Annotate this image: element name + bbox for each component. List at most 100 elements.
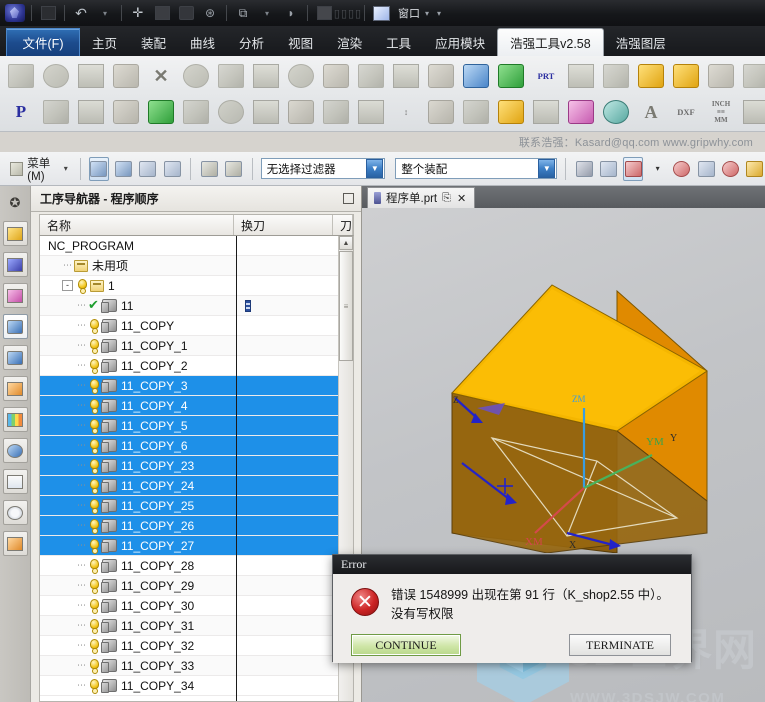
table-row[interactable]: -1 bbox=[40, 276, 338, 296]
origin-icon[interactable] bbox=[672, 157, 692, 181]
quadrant-icon[interactable] bbox=[745, 157, 765, 181]
blank-icon[interactable] bbox=[284, 59, 318, 93]
tool-holder-icon[interactable] bbox=[249, 59, 283, 93]
prt-export-icon[interactable]: PRT bbox=[529, 59, 563, 93]
table-row[interactable]: ⋯ 11_COPY_34 bbox=[40, 676, 338, 696]
extrude-icon[interactable] bbox=[151, 3, 173, 23]
assembly-dropdown-icon[interactable]: ▾ bbox=[256, 3, 278, 23]
wcs-dropdown-icon[interactable]: ▾ bbox=[647, 157, 667, 181]
bulb-icon[interactable] bbox=[88, 439, 99, 454]
bulb-icon[interactable] bbox=[88, 459, 99, 474]
point-filter-icon[interactable] bbox=[598, 157, 618, 181]
settings-gear-icon[interactable]: ✪ bbox=[3, 190, 28, 215]
tab-tools[interactable]: 工具 bbox=[374, 28, 423, 56]
select-feature-icon[interactable] bbox=[113, 157, 133, 181]
part-navigator-icon[interactable] bbox=[2, 283, 28, 308]
csys-block-icon[interactable] bbox=[739, 59, 765, 93]
window-menu-label[interactable]: 窗口 bbox=[398, 5, 420, 21]
document-tab[interactable]: 程序单.prt ⎘ ✕ bbox=[367, 187, 476, 208]
layer-palette-icon[interactable] bbox=[2, 407, 28, 432]
table-row[interactable]: ⋯ 11_COPY_5 bbox=[40, 416, 338, 436]
stop-icon[interactable] bbox=[37, 3, 59, 23]
web-browser-icon[interactable] bbox=[2, 469, 28, 494]
tab-analysis[interactable]: 分析 bbox=[227, 28, 276, 56]
bulb-icon[interactable] bbox=[88, 579, 99, 594]
app-logo-icon[interactable] bbox=[4, 3, 26, 23]
tab-view[interactable]: 视图 bbox=[276, 28, 325, 56]
bulb-icon[interactable] bbox=[88, 359, 99, 374]
insert-table-icon[interactable] bbox=[109, 95, 143, 129]
hole-icon[interactable]: ⊛ bbox=[199, 3, 221, 23]
report-icon[interactable] bbox=[74, 95, 108, 129]
paint-bucket-icon[interactable] bbox=[599, 95, 633, 129]
tab-render[interactable]: 渲染 bbox=[325, 28, 374, 56]
drill-tool-icon[interactable] bbox=[634, 59, 668, 93]
dimension-icon[interactable]: ✕ bbox=[144, 59, 178, 93]
assembly-icon[interactable]: ⧉ bbox=[232, 3, 254, 23]
chevron-down-icon-2[interactable]: ▼ bbox=[538, 159, 556, 178]
green-cubes-icon[interactable] bbox=[494, 59, 528, 93]
table-row[interactable]: ⋯ 11_COPY_25 bbox=[40, 496, 338, 516]
curve-snap-icon[interactable] bbox=[696, 157, 716, 181]
plate-icon[interactable] bbox=[389, 59, 423, 93]
bulb-icon[interactable] bbox=[88, 499, 99, 514]
measure-icon[interactable] bbox=[199, 157, 219, 181]
table-row[interactable]: ⋯ 11_COPY_2 bbox=[40, 356, 338, 376]
revolve-icon[interactable] bbox=[175, 3, 197, 23]
terminate-button[interactable]: TERMINATE bbox=[569, 634, 671, 656]
history-palette-icon[interactable] bbox=[2, 376, 28, 401]
bar-chart-icon[interactable] bbox=[424, 95, 458, 129]
analysis-icon[interactable] bbox=[223, 157, 243, 181]
sketch-icon[interactable]: ✛ bbox=[127, 3, 149, 23]
selection-scope-combo[interactable]: 整个装配 ▼ bbox=[395, 158, 558, 179]
tab-curve[interactable]: 曲线 bbox=[178, 28, 227, 56]
table-row[interactable]: ⋯ 未用项 bbox=[40, 256, 338, 276]
rotate-part-icon[interactable] bbox=[459, 59, 493, 93]
mirror-icon[interactable] bbox=[313, 3, 335, 23]
selection-filter-combo[interactable]: 无选择过滤器 ▼ bbox=[260, 158, 386, 179]
undo-dropdown-icon[interactable]: ▾ bbox=[94, 3, 116, 23]
expander-toggle[interactable]: - bbox=[62, 280, 73, 291]
inch-mm-icon[interactable]: INCH ≡≡ MM bbox=[704, 95, 738, 129]
bulb-icon[interactable] bbox=[88, 479, 99, 494]
qat-overflow-chevron-icon[interactable]: ▾ bbox=[437, 9, 441, 18]
arrow-updown-icon[interactable]: ↕ bbox=[389, 95, 423, 129]
continue-button[interactable]: CONTINUE bbox=[351, 634, 461, 656]
select-general-icon[interactable] bbox=[88, 156, 110, 181]
machining-icon[interactable] bbox=[109, 59, 143, 93]
bulb-icon[interactable] bbox=[88, 379, 99, 394]
table-row[interactable]: ⋯ 11_COPY_28 bbox=[40, 556, 338, 576]
tab-haoqiang-layers[interactable]: 浩强图层 bbox=[604, 28, 678, 56]
table-row[interactable]: ⋯ 11_COPY_27 bbox=[40, 536, 338, 556]
select-face-icon[interactable] bbox=[138, 157, 158, 181]
sheet-icon[interactable] bbox=[39, 95, 73, 129]
table-row[interactable]: ⋯ 11_COPY_26 bbox=[40, 516, 338, 536]
undo-icon[interactable]: ↶ bbox=[70, 3, 92, 23]
bulb-icon[interactable] bbox=[88, 399, 99, 414]
reuse-library-icon[interactable] bbox=[2, 345, 28, 370]
stack-icon[interactable] bbox=[739, 95, 765, 129]
bulb-icon[interactable] bbox=[88, 559, 99, 574]
column-header-tool[interactable]: 刀 bbox=[333, 215, 353, 235]
drill-chart-icon[interactable] bbox=[354, 95, 388, 129]
tree-list-icon[interactable] bbox=[564, 59, 598, 93]
fixture-icon[interactable] bbox=[74, 59, 108, 93]
layers-stack-icon[interactable] bbox=[599, 59, 633, 93]
check-icon[interactable]: ✔ bbox=[88, 298, 100, 312]
table-row[interactable]: ⋯ ✔ 11 bbox=[40, 296, 338, 316]
tab-haoqiang-tools[interactable]: 浩强工具v2.58 bbox=[497, 28, 604, 56]
model-box[interactable]: ZM YM XM Y X Z bbox=[417, 233, 747, 553]
navigator-tree[interactable]: NC_PROGRAM ⋯ 未用项 -1 ⋯ ✔ 11 ⋯ 11_COPY ⋯ 11_COPY_1 ⋯ 1… bbox=[39, 236, 354, 702]
help-info-icon[interactable] bbox=[2, 438, 28, 463]
circle-pattern-icon[interactable] bbox=[179, 59, 213, 93]
assembly-navigator-icon[interactable] bbox=[2, 221, 28, 246]
menu-button[interactable]: 菜单(M) ▾ bbox=[6, 153, 72, 185]
bearing-icon[interactable] bbox=[214, 95, 248, 129]
table-row[interactable]: ⋯ 11_COPY bbox=[40, 316, 338, 336]
select-body-icon[interactable] bbox=[162, 157, 182, 181]
hook-icon[interactable] bbox=[494, 95, 528, 129]
dock-window-icon[interactable] bbox=[343, 193, 354, 204]
screen-capture-icon[interactable] bbox=[424, 59, 458, 93]
constraint-navigator-icon[interactable] bbox=[2, 252, 28, 277]
column-header-name[interactable]: 名称 bbox=[40, 215, 234, 235]
